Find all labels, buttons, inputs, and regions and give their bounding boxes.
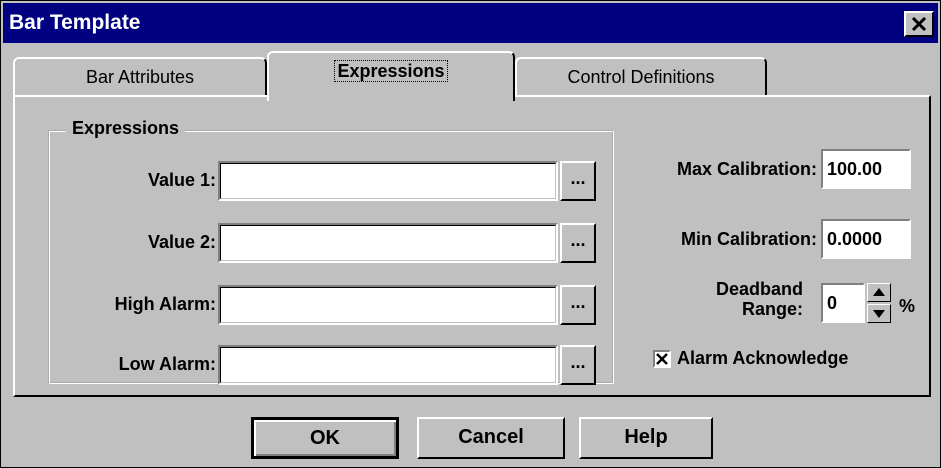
low-alarm-field[interactable] <box>218 345 558 385</box>
tab-bar-attributes[interactable]: Bar Attributes <box>13 57 267 97</box>
deadband-label-line2: Range: <box>741 299 803 319</box>
value1-browse-button[interactable]: ... <box>560 161 596 201</box>
max-calibration-field[interactable]: 100.00 <box>821 149 911 189</box>
value2-label: Value 2: <box>147 232 216 252</box>
deadband-range-label: Deadband Range: <box>675 279 803 319</box>
deadband-range-field[interactable]: 0 <box>821 283 865 323</box>
help-button[interactable]: Help <box>579 417 713 459</box>
min-calibration-label: Min Calibration: <box>681 229 817 249</box>
value1-field[interactable] <box>218 161 558 201</box>
tab-expressions[interactable]: Expressions <box>267 51 515 101</box>
max-calibration-label: Max Calibration: <box>676 159 817 179</box>
deadband-unit: % <box>899 296 916 316</box>
tab-label: Expressions <box>334 60 448 82</box>
deadband-label-line1: Deadband <box>715 279 803 299</box>
high-alarm-browse-button[interactable]: ... <box>560 285 596 325</box>
title-bar: Bar Template <box>3 3 938 43</box>
checkmark-icon <box>656 353 668 365</box>
bar-template-dialog: Bar Template Bar Attributes Expressions … <box>0 0 941 468</box>
min-calibration-field[interactable]: 0.0000 <box>821 219 911 259</box>
value2-browse-button[interactable]: ... <box>560 223 596 263</box>
cancel-button[interactable]: Cancel <box>417 417 565 459</box>
high-alarm-field[interactable] <box>218 285 558 325</box>
tab-strip: Bar Attributes Expressions Control Defin… <box>1 51 941 101</box>
high-alarm-label: High Alarm: <box>114 294 216 314</box>
group-title: Expressions <box>66 118 186 139</box>
expressions-group: Expressions Value 1: ... Value 2: ... Hi… <box>48 118 614 385</box>
value2-field[interactable] <box>218 223 558 263</box>
tab-control-definitions[interactable]: Control Definitions <box>515 57 767 97</box>
spin-down-button[interactable] <box>867 304 891 323</box>
up-arrow-icon <box>873 288 885 296</box>
alarm-acknowledge-label: Alarm Acknowledge <box>677 348 849 368</box>
tab-label: Control Definitions <box>567 67 715 87</box>
close-button[interactable] <box>904 11 934 37</box>
low-alarm-browse-button[interactable]: ... <box>560 345 596 385</box>
deadband-spinner[interactable] <box>867 283 891 323</box>
close-icon <box>911 16 927 32</box>
down-arrow-icon <box>873 310 885 318</box>
tab-label: Bar Attributes <box>85 67 195 87</box>
spin-up-button[interactable] <box>867 283 891 302</box>
window-title: Bar Template <box>9 11 141 34</box>
ok-button[interactable]: OK <box>251 417 399 459</box>
value1-label: Value 1: <box>147 170 216 190</box>
low-alarm-label: Low Alarm: <box>118 354 216 374</box>
alarm-acknowledge-checkbox[interactable] <box>653 350 671 368</box>
expressions-panel: Expressions Value 1: ... Value 2: ... Hi… <box>13 95 931 397</box>
